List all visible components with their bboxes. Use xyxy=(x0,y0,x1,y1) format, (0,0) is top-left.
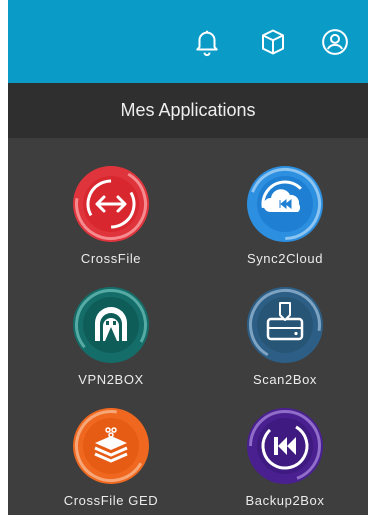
app-backup2box[interactable]: Backup2Box xyxy=(215,380,355,508)
bell-icon[interactable] xyxy=(190,24,224,60)
document-stack-icon xyxy=(71,406,151,486)
app-label: Backup2Box xyxy=(245,493,325,508)
page-title: Mes Applications xyxy=(8,83,368,138)
apps-grid: CrossFile Sync2Cloud VPN2BOX Scan2Box Cr… xyxy=(8,138,368,515)
app-crossfile-ged[interactable]: CrossFile GED xyxy=(41,380,181,508)
user-icon[interactable] xyxy=(318,24,352,60)
app-crossfile[interactable]: CrossFile xyxy=(41,138,181,266)
top-toolbar xyxy=(8,0,368,83)
cube-icon[interactable] xyxy=(256,24,290,60)
app-label: CrossFile GED xyxy=(63,493,159,508)
scanner-icon xyxy=(245,285,325,365)
app-scan2box[interactable]: Scan2Box xyxy=(215,259,355,387)
apps-panel: Mes Applications CrossFile Sync2Cloud VP… xyxy=(8,0,368,515)
cloud-rewind-icon xyxy=(245,164,325,244)
arrows-left-right-icon xyxy=(71,164,151,244)
app-sync2cloud[interactable]: Sync2Cloud xyxy=(215,138,355,266)
rewind-icon xyxy=(245,406,325,486)
tunnel-icon xyxy=(71,285,151,365)
app-vpn2box[interactable]: VPN2BOX xyxy=(41,259,181,387)
